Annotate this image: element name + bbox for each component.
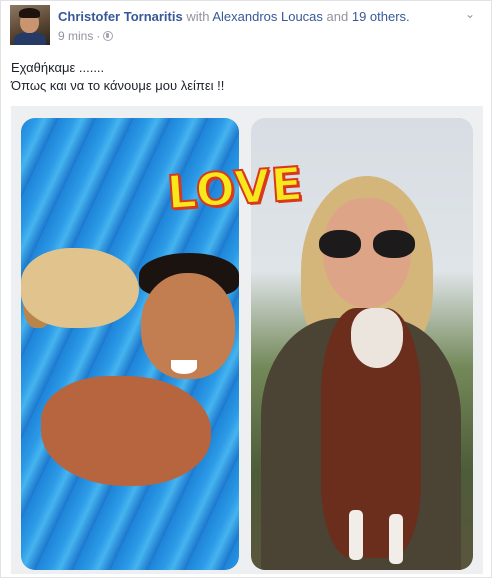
author-name-link[interactable]: Christofer Tornaritis bbox=[58, 9, 183, 24]
avatar-shirt bbox=[14, 32, 46, 45]
post-text: Εχαθήκαμε ....... Όπως και να το κάνουμε… bbox=[11, 59, 224, 95]
love-text: LOVE bbox=[164, 155, 306, 220]
with-label: with bbox=[182, 9, 213, 24]
post-photo[interactable]: LOVE bbox=[11, 106, 483, 574]
post-text-line-1: Εχαθήκαμε ....... bbox=[11, 60, 105, 75]
goat-leg bbox=[389, 514, 403, 564]
post-header: Christofer Tornaritis with Alexandros Lo… bbox=[58, 9, 410, 24]
globe-icon[interactable] bbox=[103, 31, 114, 41]
avatar-hair bbox=[19, 8, 40, 18]
others-link[interactable]: 19 others. bbox=[352, 9, 410, 24]
dog bbox=[21, 248, 139, 328]
goat-leg bbox=[349, 510, 363, 560]
post-text-line-2: Όπως και να το κάνουμε μου λείπει !! bbox=[11, 78, 225, 93]
chevron-down-icon[interactable]: ⌄ bbox=[465, 8, 479, 20]
and-label: and bbox=[322, 9, 352, 24]
author-avatar[interactable] bbox=[10, 5, 50, 45]
love-overlay: LOVE bbox=[164, 155, 307, 220]
meta-separator: · bbox=[96, 29, 101, 43]
post-meta: 9 mins · bbox=[58, 29, 114, 43]
goat-face bbox=[351, 308, 403, 368]
man-smile bbox=[171, 360, 197, 374]
timestamp-link[interactable]: 9 mins bbox=[58, 29, 93, 43]
tagged-person-link[interactable]: Alexandros Loucas bbox=[212, 9, 323, 24]
feed-post: Christofer Tornaritis with Alexandros Lo… bbox=[0, 0, 492, 578]
sunglasses bbox=[319, 230, 415, 258]
man-body bbox=[41, 376, 211, 486]
